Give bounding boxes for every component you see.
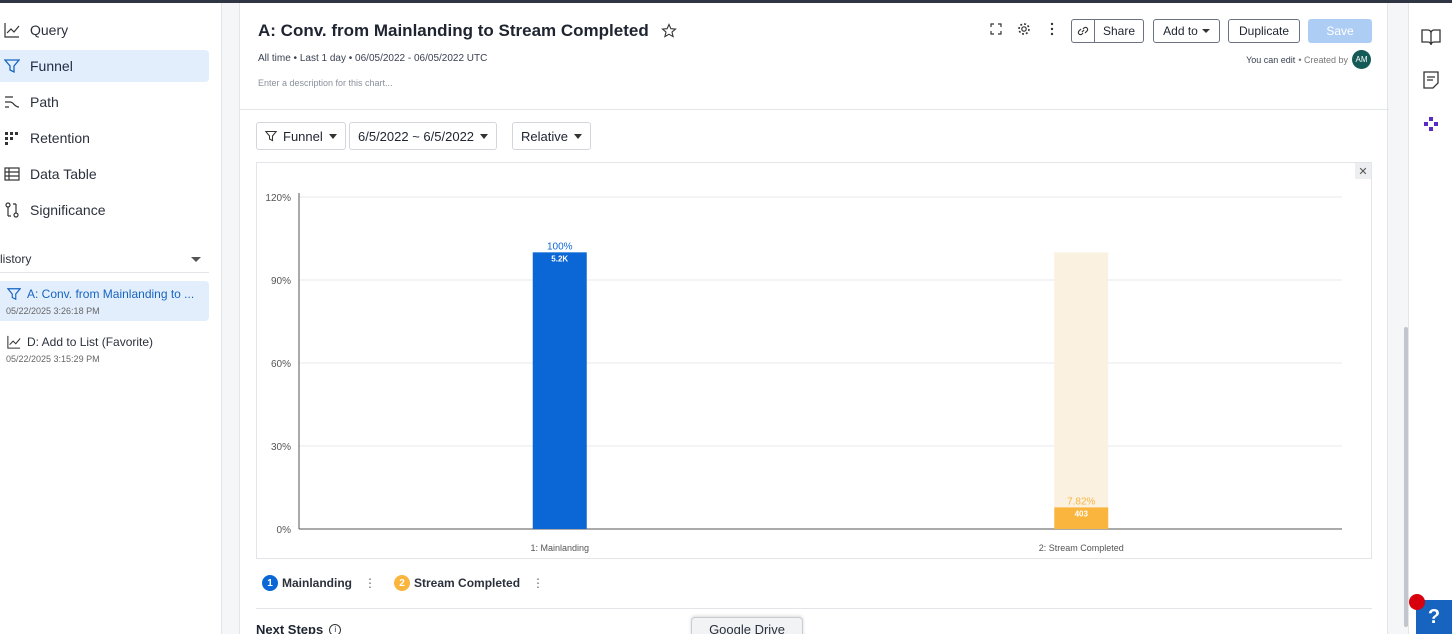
add-to-button[interactable]: Add to	[1153, 19, 1220, 43]
nav-label: Significance	[30, 202, 106, 218]
chevron-down-icon	[573, 133, 582, 139]
history-title: A: Conv. from Mainlanding to ...	[27, 287, 195, 301]
book-icon[interactable]	[1420, 26, 1442, 48]
left-sidebar: Query Funnel Path Retention Data Table S…	[0, 3, 222, 634]
y-tick-label: 60%	[271, 359, 291, 370]
more-vertical-icon[interactable]: ⋮	[532, 576, 544, 590]
legend-step-number: 1	[262, 575, 278, 591]
right-rail	[1408, 3, 1452, 634]
mode-dropdown[interactable]: Relative	[512, 122, 591, 150]
more-vertical-icon[interactable]: ⋮	[364, 576, 376, 590]
chart-title[interactable]: A: Conv. from Mainlanding to Stream Comp…	[258, 21, 649, 41]
chart-type-dropdown[interactable]: Funnel	[256, 122, 346, 150]
bar-percent-label: 100%	[547, 241, 573, 252]
mode-label: Relative	[521, 128, 568, 144]
history-title: D: Add to List (Favorite)	[27, 335, 154, 349]
funnel-chart: 0% 30% 60% 90% 120% 100% 5.2K 1: Mainlanding 7.8…	[265, 193, 1342, 553]
legend-step-number: 2	[394, 575, 410, 591]
nav-label: Retention	[30, 130, 90, 146]
x-tick-label: 1: Mainlanding	[530, 543, 589, 553]
dropoff-bar	[1054, 252, 1109, 508]
add-to-label: Add to	[1163, 24, 1198, 38]
nav-label: Funnel	[30, 58, 73, 74]
legend-label[interactable]: Stream Completed	[414, 576, 520, 590]
bar-percent-label: 7.82%	[1067, 496, 1095, 507]
nav-item-query[interactable]: Query	[0, 14, 209, 46]
nav-label: Path	[30, 94, 59, 110]
legend: 1 Mainlanding ⋮ 2 Stream Completed ⋮	[262, 575, 562, 591]
share-button[interactable]: Share	[1094, 19, 1144, 43]
table-icon	[0, 166, 30, 182]
x-tick-label: 2: Stream Completed	[1039, 543, 1124, 553]
y-tick-label: 90%	[271, 276, 291, 287]
nav-item-retention[interactable]: Retention	[0, 122, 209, 154]
scrollbar[interactable]	[1404, 327, 1408, 627]
history-time: 05/22/2025 3:15:29 PM	[6, 354, 100, 364]
retention-icon	[0, 130, 30, 146]
nav-label: Query	[30, 22, 69, 38]
chevron-down-icon	[328, 133, 337, 139]
link-icon	[1077, 26, 1089, 36]
history-header[interactable]: listory	[0, 249, 209, 269]
bar	[532, 252, 587, 529]
description-input[interactable]: Enter a description for this chart...	[258, 78, 393, 88]
significance-icon	[0, 202, 30, 218]
chart-type-label: Funnel	[283, 128, 323, 144]
save-button[interactable]: Save	[1308, 19, 1372, 43]
chevron-down-icon	[1201, 29, 1210, 33]
avatar[interactable]: AM	[1352, 50, 1371, 69]
duplicate-button[interactable]: Duplicate	[1228, 19, 1300, 43]
nav-item-funnel[interactable]: Funnel	[0, 50, 209, 82]
date-meta: All time • Last 1 day • 06/05/2022 - 06/…	[258, 53, 488, 64]
created-by-label: • Created by	[1298, 54, 1348, 65]
history-item[interactable]: D: Add to List (Favorite) 05/22/2025 3:1…	[0, 329, 209, 369]
divider	[256, 608, 1372, 609]
notification-dot	[1409, 594, 1425, 610]
copy-link-button[interactable]	[1071, 19, 1095, 43]
path-icon	[0, 94, 30, 110]
bar-count-label: 403	[1075, 509, 1089, 518]
notes-icon[interactable]	[1420, 69, 1442, 91]
info-icon[interactable]: i	[329, 623, 342, 634]
date-range-dropdown[interactable]: 6/5/2022 ~ 6/5/2022	[349, 122, 498, 150]
edit-permission: You can edit	[1246, 54, 1296, 65]
divider	[0, 272, 209, 273]
nav-item-significance[interactable]: Significance	[0, 194, 209, 226]
next-steps-label: Next Steps	[256, 622, 324, 634]
gear-icon[interactable]	[1016, 21, 1032, 37]
line-chart-icon	[0, 22, 30, 38]
nav-label: Data Table	[30, 166, 97, 182]
nav-item-path[interactable]: Path	[0, 86, 209, 118]
funnel-icon	[7, 288, 21, 301]
star-icon[interactable]	[660, 23, 677, 39]
chevron-down-icon[interactable]	[191, 256, 201, 262]
chart-container: 0% 30% 60% 90% 120% 100% 5.2K 1: Mainlanding 7.8…	[256, 162, 1372, 559]
nav-item-data-table[interactable]: Data Table	[0, 158, 209, 190]
legend-label[interactable]: Mainlanding	[282, 576, 352, 590]
y-tick-label: 120%	[265, 193, 291, 204]
fullscreen-icon[interactable]	[988, 21, 1004, 37]
line-chart-icon	[7, 335, 21, 349]
google-drive-tab[interactable]: Google Drive	[691, 617, 803, 634]
history-item[interactable]: A: Conv. from Mainlanding to ... 05/22/2…	[0, 281, 209, 321]
divider	[240, 109, 1389, 110]
next-steps-heading: Next Steps i	[256, 622, 342, 634]
bar-count-label: 5.2K	[551, 254, 568, 263]
funnel-icon	[265, 130, 277, 142]
chart-panel: A: Conv. from Mainlanding to Stream Comp…	[239, 3, 1389, 634]
more-vertical-icon[interactable]	[1044, 21, 1060, 37]
history-label: listory	[0, 252, 32, 266]
plugin-icon[interactable]	[1420, 113, 1442, 135]
date-range-label: 6/5/2022 ~ 6/5/2022	[358, 128, 475, 144]
close-icon[interactable]: ✕	[1355, 163, 1371, 179]
y-tick-label: 0%	[277, 525, 292, 536]
chevron-down-icon	[480, 133, 489, 139]
y-tick-label: 30%	[271, 442, 291, 453]
funnel-icon	[0, 58, 30, 74]
history-time: 05/22/2025 3:26:18 PM	[6, 306, 100, 316]
